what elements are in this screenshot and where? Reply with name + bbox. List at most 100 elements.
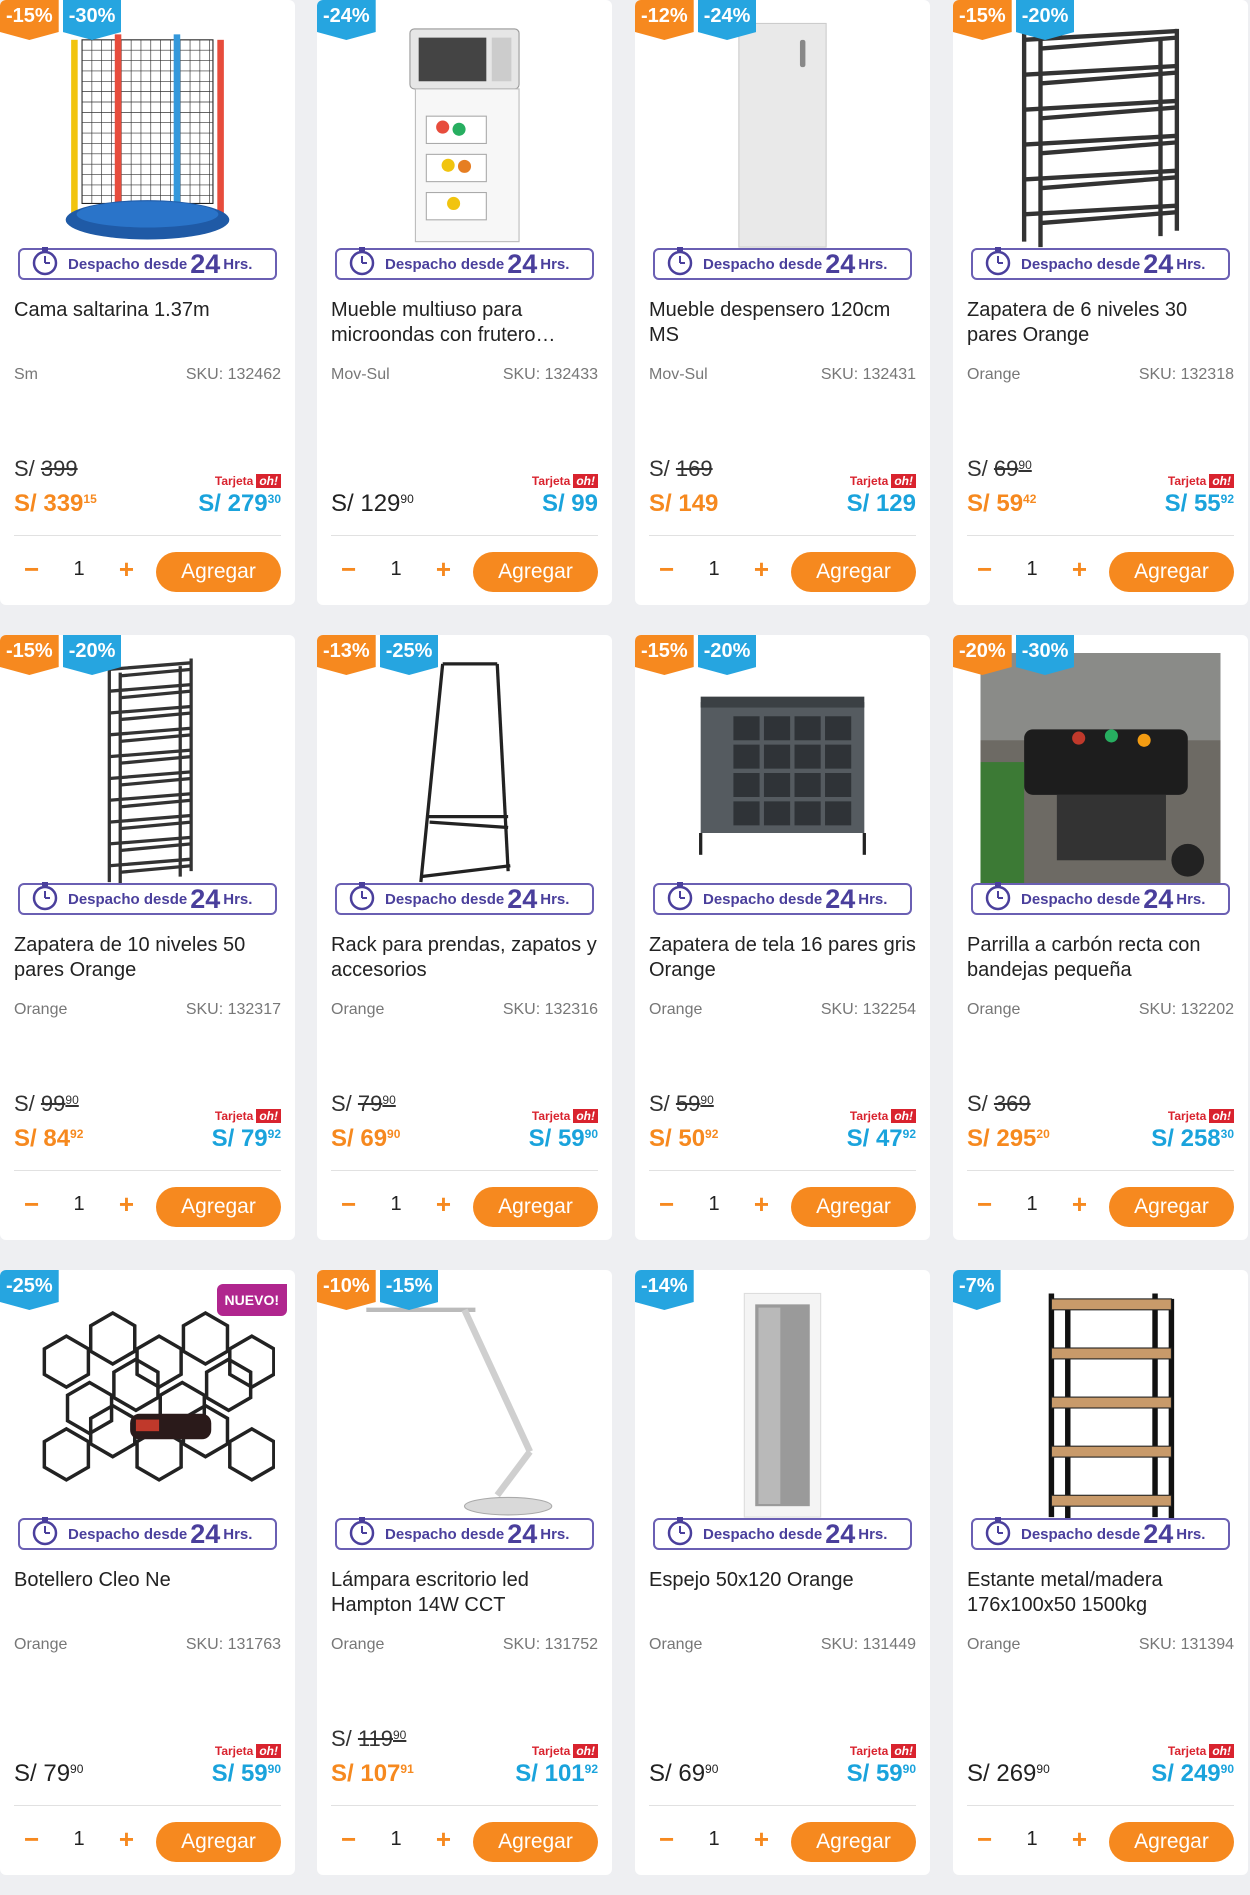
shipping-hours: 24 [190, 248, 221, 279]
increment-button[interactable]: + [436, 1189, 451, 1220]
decrement-button[interactable]: − [24, 1824, 39, 1855]
add-to-cart-button[interactable]: Agregar [473, 552, 598, 592]
increment-button[interactable]: + [436, 554, 451, 585]
add-to-cart-button[interactable]: Agregar [473, 1822, 598, 1862]
add-to-cart-button[interactable]: Agregar [1109, 552, 1234, 592]
add-to-cart-button[interactable]: Agregar [156, 1187, 281, 1227]
product-image[interactable] [973, 1288, 1228, 1528]
product-card[interactable]: -25% NUEVO! Despacho desde 24 Hrs. Botellero … [0, 1270, 295, 1875]
product-card[interactable]: -15% -20% Despacho desde 24 Hrs. Zapatera de … [0, 635, 295, 1240]
product-card[interactable]: -20% -30% Despacho desde 24 Hrs. Parrilla a c… [953, 635, 1248, 1240]
quantity-value[interactable]: 1 [73, 558, 84, 581]
increment-button[interactable]: + [436, 1824, 451, 1855]
product-image[interactable] [655, 18, 910, 258]
product-image[interactable] [20, 18, 275, 258]
decrement-button[interactable]: − [977, 554, 992, 585]
add-to-cart-button[interactable]: Agregar [791, 1822, 916, 1862]
product-name[interactable]: Botellero Cleo Ne [14, 1568, 284, 1593]
add-to-cart-button[interactable]: Agregar [473, 1187, 598, 1227]
product-name[interactable]: Zapatera de 10 niveles 50 pares Orange [14, 933, 284, 983]
increment-button[interactable]: + [1072, 554, 1087, 585]
quantity-value[interactable]: 1 [73, 1193, 84, 1216]
old-price: S/ 5990 [649, 1091, 714, 1117]
decrement-button[interactable]: − [341, 1824, 356, 1855]
old-price-main: 399 [40, 456, 78, 481]
quantity-value[interactable]: 1 [1026, 1828, 1037, 1851]
product-card[interactable]: -13% -25% Despacho desde 24 Hrs. Rack para pr… [317, 635, 612, 1240]
product-brand: Orange [967, 366, 1021, 383]
decrement-button[interactable]: − [341, 554, 356, 585]
shipping-badge: Despacho desde 24 Hrs. [653, 246, 912, 280]
increment-button[interactable]: + [754, 1824, 769, 1855]
product-image[interactable] [337, 1288, 592, 1528]
product-card[interactable]: -15% -20% Despacho desde 24 Hrs. Zapatera de … [635, 635, 930, 1240]
product-image[interactable] [337, 18, 592, 258]
product-sku: SKU: 131449 [820, 1636, 916, 1653]
stopwatch-icon [30, 1516, 60, 1546]
product-image[interactable] [337, 653, 592, 893]
increment-button[interactable]: + [1072, 1189, 1087, 1220]
quantity-value[interactable]: 1 [708, 1828, 719, 1851]
product-image[interactable] [655, 1288, 910, 1528]
shipping-hrs: Hrs. [223, 890, 253, 908]
product-card[interactable]: -24% Despacho desde 24 Hrs. Mueble multiuso … [317, 0, 612, 605]
product-card[interactable]: -15% -20% Despacho desde 24 Hrs. Zapatera de … [953, 0, 1248, 605]
quantity-value[interactable]: 1 [73, 1828, 84, 1851]
shipping-label: Despacho desde [1021, 1525, 1141, 1543]
increment-button[interactable]: + [754, 554, 769, 585]
decrement-button[interactable]: − [659, 1189, 674, 1220]
product-card[interactable]: -14% Despacho desde 24 Hrs. Espejo 50x120 Or… [635, 1270, 930, 1875]
product-name[interactable]: Zapatera de 6 niveles 30 pares Orange [967, 298, 1237, 348]
quantity-value[interactable]: 1 [708, 558, 719, 581]
oh-price: S/ 5990 [212, 1760, 281, 1788]
product-name[interactable]: Parrilla a carbón recta con bandejas peq… [967, 933, 1237, 983]
product-image[interactable] [20, 653, 275, 893]
product-name[interactable]: Cama saltarina 1.37m [14, 298, 284, 323]
add-to-cart-button[interactable]: Agregar [156, 552, 281, 592]
increment-button[interactable]: + [1072, 1824, 1087, 1855]
product-name[interactable]: Rack para prendas, zapatos y accesorios [331, 933, 601, 983]
decrement-button[interactable]: − [24, 554, 39, 585]
stopwatch-icon [665, 246, 695, 276]
product-name[interactable]: Mueble multiuso para microondas con frut… [331, 298, 601, 348]
decrement-button[interactable]: − [977, 1824, 992, 1855]
product-card[interactable]: -7% Despacho desde 24 Hrs. Estante metal/mad… [953, 1270, 1248, 1875]
add-to-cart-button[interactable]: Agregar [1109, 1187, 1234, 1227]
increment-button[interactable]: + [119, 554, 134, 585]
decrement-button[interactable]: − [659, 554, 674, 585]
product-image[interactable] [655, 653, 910, 893]
divider [14, 535, 281, 536]
add-to-cart-button[interactable]: Agregar [791, 552, 916, 592]
quantity-value[interactable]: 1 [1026, 558, 1037, 581]
quantity-value[interactable]: 1 [390, 1828, 401, 1851]
add-to-cart-button[interactable]: Agregar [791, 1187, 916, 1227]
increment-button[interactable]: + [754, 1189, 769, 1220]
discount-badge: -20% [62, 635, 122, 675]
quantity-value[interactable]: 1 [1026, 1193, 1037, 1216]
shipping-hrs: Hrs. [1176, 255, 1206, 273]
product-card[interactable]: -10% -15% Despacho desde 24 Hrs. Lámpara escr… [317, 1270, 612, 1875]
add-to-cart-button[interactable]: Agregar [156, 1822, 281, 1862]
product-name[interactable]: Espejo 50x120 Orange [649, 1568, 919, 1593]
quantity-value[interactable]: 1 [390, 558, 401, 581]
product-name[interactable]: Mueble despensero 120cm MS [649, 298, 919, 348]
product-image[interactable] [973, 18, 1228, 258]
decrement-button[interactable]: − [24, 1189, 39, 1220]
quantity-value[interactable]: 1 [390, 1193, 401, 1216]
product-card[interactable]: -12% -24% Despacho desde 24 Hrs. Mueble despe… [635, 0, 930, 605]
decrement-button[interactable]: − [977, 1189, 992, 1220]
product-name[interactable]: Lámpara escritorio led Hampton 14W CCT [331, 1568, 601, 1618]
product-card[interactable]: -15% -30% Despacho desde 24 Hrs. Cama saltari… [0, 0, 295, 605]
add-to-cart-button[interactable]: Agregar [1109, 1822, 1234, 1862]
increment-button[interactable]: + [119, 1824, 134, 1855]
increment-button[interactable]: + [119, 1189, 134, 1220]
product-name[interactable]: Zapatera de tela 16 pares gris Orange [649, 933, 919, 983]
decrement-button[interactable]: − [659, 1824, 674, 1855]
discount-badge: -20% [697, 635, 757, 675]
product-image[interactable] [973, 653, 1228, 893]
quantity-value[interactable]: 1 [708, 1193, 719, 1216]
product-image[interactable] [20, 1288, 275, 1528]
product-name[interactable]: Estante metal/madera 176x100x50 1500kg [967, 1568, 1237, 1618]
discount-badges: -15% -20% [635, 635, 757, 675]
decrement-button[interactable]: − [341, 1189, 356, 1220]
